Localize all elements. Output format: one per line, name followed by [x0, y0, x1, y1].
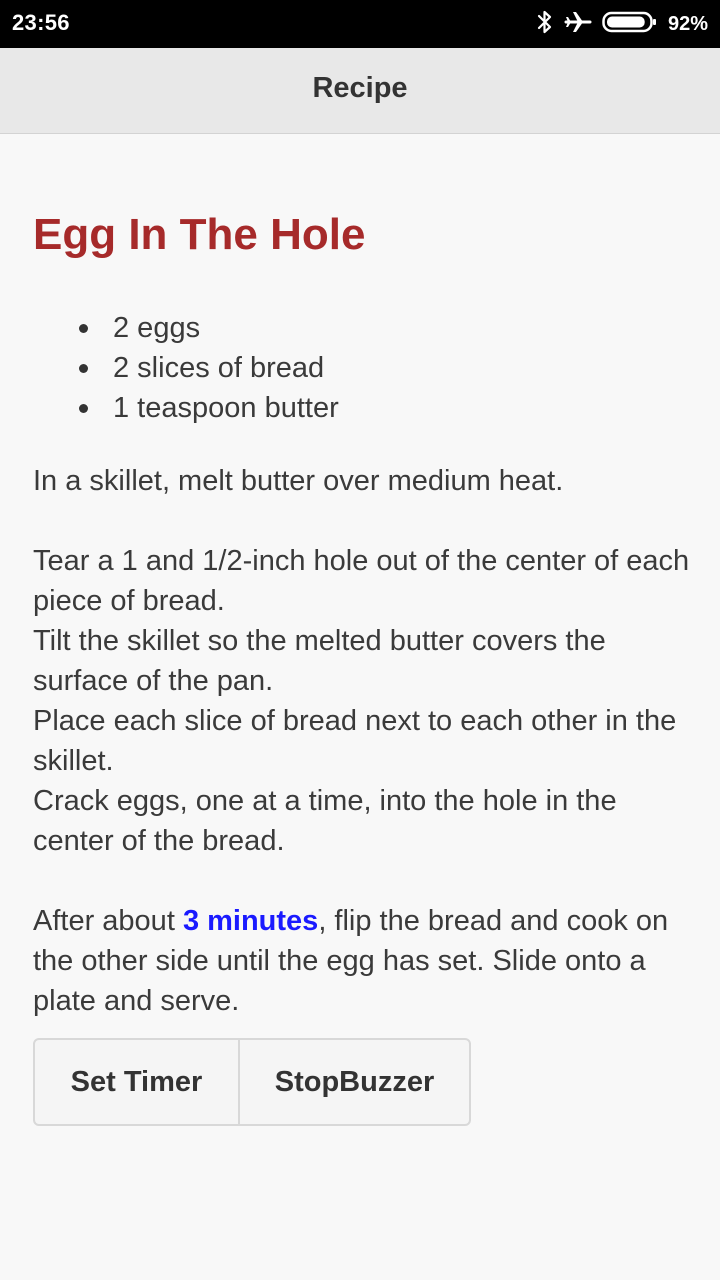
ingredient-text: 2 eggs: [113, 312, 201, 344]
bullet-icon: [79, 364, 88, 373]
ingredient-item: 1 teaspoon butter: [33, 388, 339, 428]
airplane-icon: [564, 9, 592, 40]
battery-percent: 92%: [667, 12, 708, 35]
page-title: Recipe: [312, 72, 408, 104]
instruction-steps: Tear a 1 and 1/2-inch hole out of the ce…: [33, 541, 693, 861]
stop-buzzer-button[interactable]: StopBuzzer: [240, 1040, 469, 1124]
ingredient-text: 2 slices of bread: [113, 352, 325, 384]
final-text-before: After about: [33, 905, 183, 937]
timer-button-group: Set Timer StopBuzzer: [33, 1038, 471, 1126]
timer-duration-link[interactable]: 3 minutes: [183, 905, 318, 937]
ingredient-item: 2 eggs: [33, 308, 339, 348]
instruction-intro: In a skillet, melt butter over medium he…: [33, 465, 564, 497]
status-icons: 92%: [536, 9, 708, 39]
instruction-final: After about 3 minutes, flip the bread an…: [33, 901, 693, 1021]
set-timer-button[interactable]: Set Timer: [35, 1040, 240, 1124]
bullet-icon: [79, 324, 88, 333]
bullet-icon: [79, 404, 88, 413]
status-time: 23:56: [12, 10, 70, 35]
ingredient-item: 2 slices of bread: [33, 348, 339, 388]
app-bar: Recipe: [0, 48, 720, 134]
instruction-step: Tilt the skillet so the melted butter co…: [33, 625, 606, 697]
recipe-title: Egg In The Hole: [33, 210, 366, 259]
status-bar: 23:56 92%: [0, 0, 720, 48]
instruction-step: Crack eggs, one at a time, into the hole…: [33, 785, 617, 857]
bluetooth-icon: [536, 9, 554, 40]
instruction-step: Tear a 1 and 1/2-inch hole out of the ce…: [33, 545, 690, 617]
ingredient-list: 2 eggs 2 slices of bread 1 teaspoon butt…: [33, 308, 339, 428]
battery-icon: [602, 10, 658, 39]
instruction-step: Place each slice of bread next to each o…: [33, 705, 677, 777]
ingredient-text: 1 teaspoon butter: [113, 392, 339, 424]
